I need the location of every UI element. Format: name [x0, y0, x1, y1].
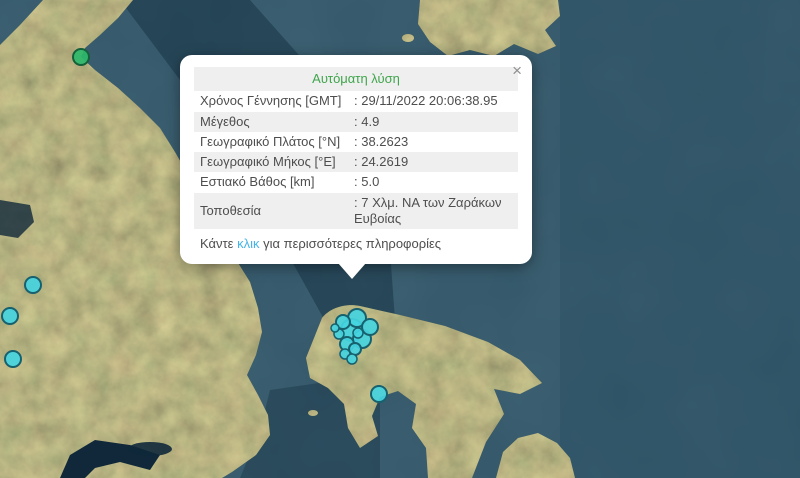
close-icon[interactable]: ×: [512, 60, 522, 81]
row-label-location: Τοποθεσία: [194, 193, 348, 230]
event-marker-cyan[interactable]: [347, 354, 357, 364]
event-marker-cyan[interactable]: [5, 351, 21, 367]
row-value-longitude: : 24.2619: [348, 152, 518, 172]
row-label-origin-time: Χρόνος Γέννησης [GMT]: [194, 91, 348, 111]
popup-tail: [338, 263, 366, 279]
row-label-latitude: Γεωγραφικό Πλάτος [°N]: [194, 132, 348, 152]
popup-title: Αυτόματη λύση: [194, 67, 518, 91]
row-value-magnitude: : 4.9: [348, 112, 518, 132]
event-marker-cyan[interactable]: [349, 343, 361, 355]
popup-footer: Κάντε κλικ για περισσότερες πληροφορίες: [194, 229, 518, 256]
event-marker-cyan[interactable]: [25, 277, 41, 293]
event-marker-cyan[interactable]: [353, 328, 363, 338]
event-marker-cyan[interactable]: [362, 319, 378, 335]
event-marker-cyan[interactable]: [331, 324, 339, 332]
row-value-depth: : 5.0: [348, 172, 518, 192]
row-value-location: : 7 Χλμ. ΝΑ των Ζαράκων Ευβοίας: [348, 193, 518, 230]
earthquake-popup: × Αυτόματη λύση Χρόνος Γέννησης [GMT] : …: [180, 55, 532, 264]
row-label-longitude: Γεωγραφικό Μήκος [°E]: [194, 152, 348, 172]
footer-text-suffix: για περισσότερες πληροφορίες: [259, 236, 441, 251]
event-marker-cyan[interactable]: [371, 386, 387, 402]
event-marker-cyan[interactable]: [2, 308, 18, 324]
open-sea-shading: [560, 0, 800, 478]
event-marker-green[interactable]: [73, 49, 89, 65]
earthquake-info-table: Αυτόματη λύση Χρόνος Γέννησης [GMT] : 29…: [194, 67, 518, 229]
footer-text-prefix: Κάντε: [200, 236, 237, 251]
row-value-latitude: : 38.2623: [348, 132, 518, 152]
row-value-origin-time: : 29/11/2022 20:06:38.95: [348, 91, 518, 111]
map-app: × Αυτόματη λύση Χρόνος Γέννησης [GMT] : …: [0, 0, 800, 478]
row-label-depth: Εστιακό Βάθος [km]: [194, 172, 348, 192]
click-link[interactable]: κλικ: [237, 236, 259, 251]
row-label-magnitude: Μέγεθος: [194, 112, 348, 132]
